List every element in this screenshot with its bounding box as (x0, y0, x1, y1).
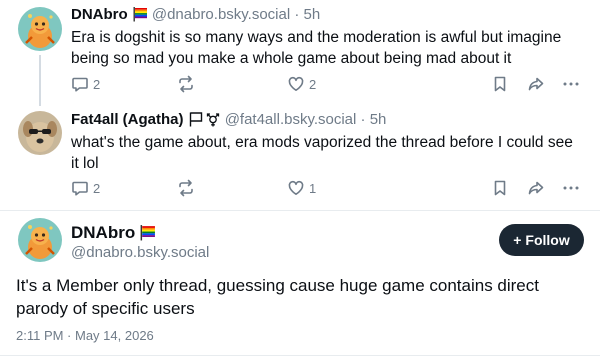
more-icon (562, 179, 580, 197)
author-handle[interactable]: @dnabro.bsky.social (152, 6, 290, 23)
repost-button[interactable] (177, 179, 195, 197)
reply-count: 2 (93, 76, 101, 92)
share-button[interactable] (527, 75, 545, 93)
post-timestamp[interactable]: 2:11 PM · May 14, 2026 (16, 327, 154, 345)
author-handle[interactable]: @fat4all.bsky.social (225, 111, 357, 128)
thread-view: DNAbro @dnabro.bsky.social · 5h Era is d… (0, 0, 600, 356)
bookmark-icon (491, 75, 509, 93)
separator-dot: · (294, 6, 300, 23)
thread-line (39, 55, 41, 106)
bookmark-button[interactable] (491, 179, 509, 197)
repost-icon (177, 179, 195, 197)
share-icon (527, 179, 545, 197)
share-button[interactable] (527, 179, 545, 197)
follow-label: Follow (525, 232, 570, 248)
more-icon (562, 75, 580, 93)
post-time[interactable]: 5h (304, 6, 321, 23)
reply-count: 2 (93, 180, 101, 196)
avatar[interactable] (18, 7, 62, 51)
reply-icon (71, 75, 89, 93)
author-name[interactable]: Fat4all (Agatha) (71, 111, 184, 128)
separator-dot: · (360, 111, 366, 128)
like-count: 2 (309, 76, 317, 92)
like-button[interactable]: 2 (287, 75, 316, 93)
more-options-button[interactable] (562, 75, 580, 93)
like-icon (287, 179, 305, 197)
reply-button[interactable]: 2 (71, 75, 100, 93)
plus-icon: + (513, 232, 522, 248)
avatar[interactable] (18, 218, 62, 262)
like-button[interactable]: 1 (287, 179, 316, 197)
post-actions: 2 2 (71, 75, 581, 97)
author-name[interactable]: DNAbro (71, 6, 128, 23)
post-text: what's the game about, era mods vaporize… (71, 134, 573, 172)
share-icon (527, 75, 545, 93)
divider (0, 210, 600, 211)
reply-icon (71, 179, 89, 197)
repost-icon (177, 75, 195, 93)
bookmark-button[interactable] (491, 75, 509, 93)
avatar[interactable] (18, 111, 62, 155)
author-name-text: DNAbro (71, 223, 136, 242)
rainbow-flag-icon (132, 6, 148, 28)
author-handle[interactable]: @dnabro.bsky.social (71, 243, 209, 263)
like-count: 1 (309, 180, 317, 196)
post-text: Era is dogshit is so many ways and the m… (71, 29, 562, 67)
post-actions: 2 1 (71, 179, 581, 201)
bookmark-icon (491, 179, 509, 197)
gender-symbol-icon (205, 111, 221, 133)
post-time[interactable]: 5h (370, 111, 387, 128)
more-options-button[interactable] (562, 179, 580, 197)
flag-outline-icon (188, 111, 204, 133)
follow-button[interactable]: + Follow (499, 224, 584, 256)
post-header: DNAbro @dnabro.bsky.social · 5h (71, 5, 320, 28)
post-text: It's a Member only thread, guessing caus… (16, 276, 539, 318)
repost-button[interactable] (177, 75, 195, 93)
reply-button[interactable]: 2 (71, 179, 100, 197)
post-header: Fat4all (Agatha) @fat4all.bsky.social · … (71, 110, 386, 133)
like-icon (287, 75, 305, 93)
